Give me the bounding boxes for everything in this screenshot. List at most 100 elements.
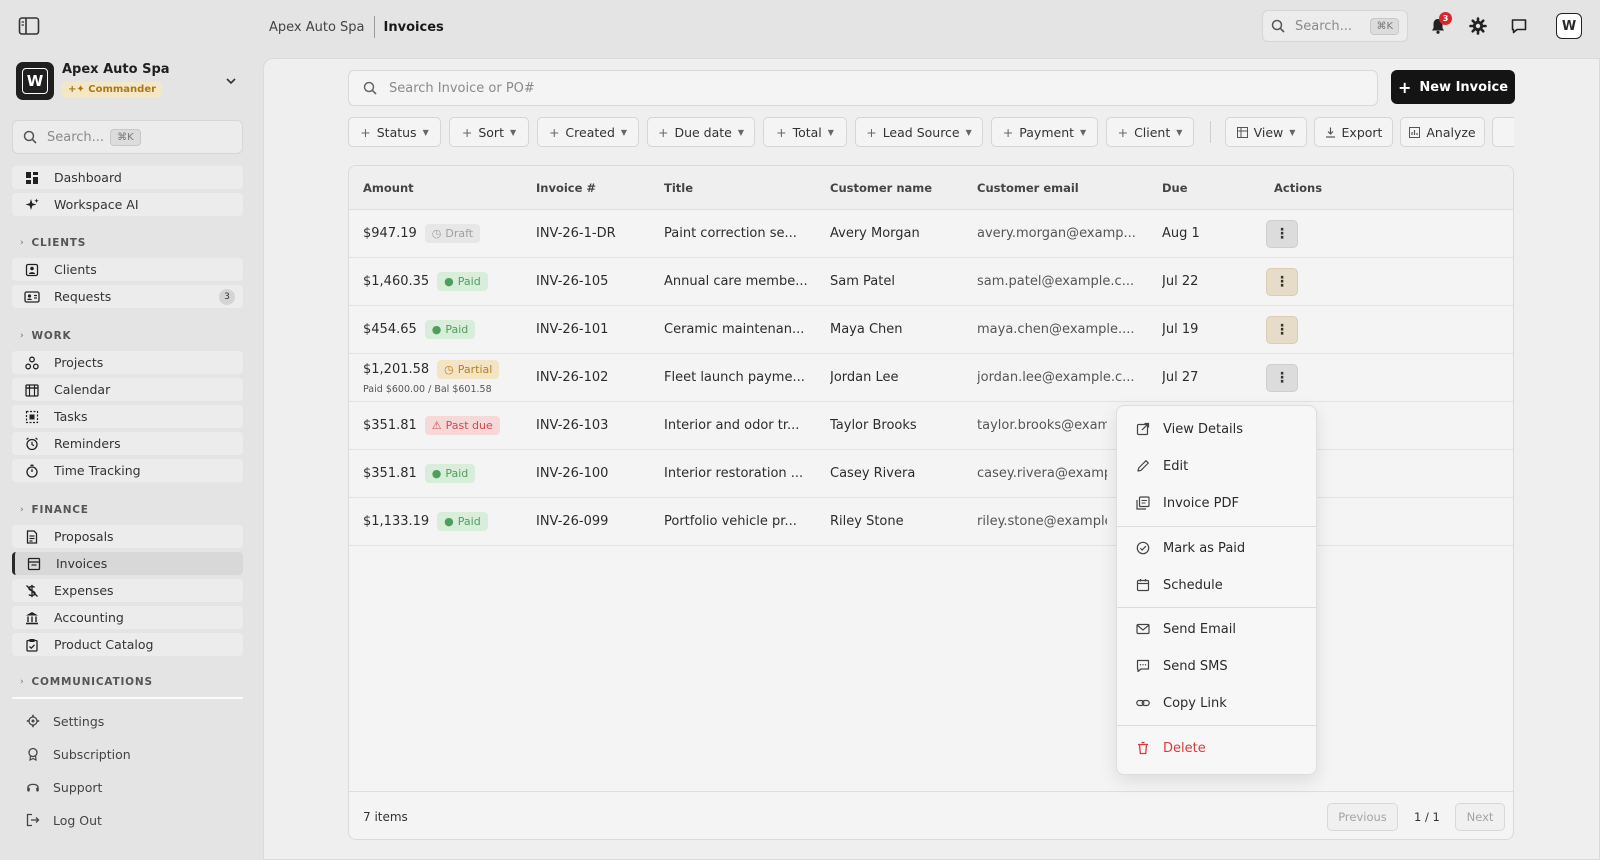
section-work[interactable]: › WORK <box>20 330 71 342</box>
filter-lead-source[interactable]: + Lead Source ▼ <box>855 117 983 147</box>
workspace-switcher[interactable]: W Apex Auto Spa +✦ Commander <box>16 62 244 106</box>
sidebar: W Apex Auto Spa +✦ Commander Search... ⌘… <box>0 52 262 860</box>
column-due[interactable]: Due <box>1162 181 1188 195</box>
chevron-down-icon: ▼ <box>965 127 972 137</box>
row-actions-button[interactable]: ⋮ <box>1266 268 1298 296</box>
breadcrumb-org[interactable]: Apex Auto Spa <box>269 20 365 35</box>
sparkle-icon: +✦ <box>68 84 89 95</box>
column-amount[interactable]: Amount <box>363 181 414 195</box>
sidebar-search-input[interactable]: Search... ⌘K <box>12 120 243 154</box>
status-badge-paid: ● Paid <box>424 320 476 339</box>
sidebar-item-time-tracking[interactable]: Time Tracking <box>12 459 243 482</box>
column-customer-email[interactable]: Customer email <box>977 181 1079 195</box>
title-cell: Interior and odor tr... <box>664 418 800 433</box>
kebab-icon: ⋮ <box>1275 322 1289 338</box>
sidebar-toggle-icon[interactable] <box>18 15 40 37</box>
sidebar-item-settings[interactable]: Settings <box>25 713 104 729</box>
menu-item-mark-as-paid[interactable]: Mark as Paid <box>1117 533 1316 563</box>
sidebar-item-projects[interactable]: Projects <box>12 351 243 374</box>
breadcrumb-divider <box>373 16 375 38</box>
invoice-number-cell: INV-26-1-DR <box>536 226 616 241</box>
previous-page-button[interactable]: Previous <box>1327 803 1398 831</box>
sidebar-item-tasks[interactable]: Tasks <box>12 405 243 428</box>
filter-status[interactable]: + Status ▼ <box>348 117 441 147</box>
row-actions-button[interactable]: ⋮ <box>1266 220 1298 248</box>
column-title[interactable]: Title <box>664 181 693 195</box>
breadcrumb-current: Invoices <box>383 19 444 35</box>
global-search-placeholder: Search... <box>1295 18 1353 34</box>
sidebar-item-accounting[interactable]: Accounting <box>12 606 243 629</box>
menu-item-send-email[interactable]: Send Email <box>1117 614 1316 644</box>
chevron-down-icon[interactable] <box>224 74 238 88</box>
workspace-name: Apex Auto Spa <box>62 62 170 77</box>
pdf-icon <box>1135 495 1151 511</box>
filter-due-date[interactable]: + Due date ▼ <box>647 117 755 147</box>
next-page-button[interactable]: Next <box>1455 803 1505 831</box>
filter-total[interactable]: + Total ▼ <box>763 117 847 147</box>
menu-item-view-details[interactable]: View Details <box>1117 414 1316 444</box>
sidebar-item-logout[interactable]: Log Out <box>25 812 102 828</box>
table-row[interactable]: $1,460.35 ● Paid INV-26-105 Annual care me… <box>349 258 1513 306</box>
view-button[interactable]: View ▼ <box>1225 117 1307 147</box>
row-actions-button[interactable]: ⋮ <box>1266 364 1298 392</box>
sidebar-item-workspace-ai[interactable]: Workspace AI <box>12 193 243 216</box>
search-icon <box>23 130 37 144</box>
chat-icon[interactable] <box>1507 14 1531 38</box>
row-actions-button[interactable]: ⋮ <box>1266 316 1298 344</box>
menu-item-send-sms[interactable]: Send SMS <box>1117 651 1316 681</box>
table-row[interactable]: $351.81 ⚠ Past due INV-26-103 Interior and… <box>349 402 1513 450</box>
workspace-logo: W <box>16 62 54 100</box>
sidebar-item-invoices[interactable]: Invoices <box>12 552 243 575</box>
menu-item-schedule[interactable]: Schedule <box>1117 570 1316 600</box>
table-row[interactable]: $351.81 ● Paid INV-26-100 Interior restora… <box>349 450 1513 498</box>
sidebar-item-proposals[interactable]: Proposals <box>12 525 243 548</box>
gear-icon[interactable] <box>1466 14 1490 38</box>
sidebar-item-reminders[interactable]: Reminders <box>12 432 243 455</box>
kebab-icon: ⋮ <box>1275 370 1289 386</box>
filter-client[interactable]: + Client ▼ <box>1106 117 1194 147</box>
sidebar-item-support[interactable]: Support <box>25 779 102 795</box>
new-invoice-button[interactable]: + New Invoice <box>1391 70 1515 104</box>
analyze-button[interactable]: Analyze <box>1400 117 1485 147</box>
title-cell: Interior restoration ... <box>664 466 804 481</box>
item-count: 7 items <box>363 810 408 824</box>
sidebar-item-product-catalog[interactable]: Product Catalog <box>12 633 243 656</box>
filter-payment[interactable]: + Payment ▼ <box>991 117 1098 147</box>
sidebar-item-expenses[interactable]: Expenses <box>12 579 243 602</box>
sidebar-item-requests[interactable]: Requests 3 <box>12 285 243 308</box>
status-badge-past-due: ⚠ Past due <box>424 416 500 435</box>
column-invoice-number[interactable]: Invoice # <box>536 181 596 195</box>
menu-divider <box>1117 725 1316 726</box>
menu-item-edit[interactable]: Edit <box>1117 451 1316 481</box>
filter-created[interactable]: + Created ▼ <box>537 117 639 147</box>
export-button[interactable]: Export <box>1314 117 1393 147</box>
stopwatch-icon <box>24 463 40 479</box>
invoice-search-input[interactable]: Search Invoice or PO# <box>348 70 1378 106</box>
menu-item-invoice-pdf[interactable]: Invoice PDF <box>1117 488 1316 518</box>
due-cell: Aug 1 <box>1162 226 1200 241</box>
check-circle-icon: ● <box>444 275 454 288</box>
column-customer-name[interactable]: Customer name <box>830 181 932 195</box>
menu-item-copy-link[interactable]: Copy Link <box>1117 688 1316 718</box>
sidebar-item-clients[interactable]: Clients <box>12 258 243 281</box>
menu-item-delete[interactable]: Delete <box>1117 733 1316 763</box>
section-finance[interactable]: › FINANCE <box>20 504 89 516</box>
sidebar-item-calendar[interactable]: Calendar <box>12 378 243 401</box>
table-row[interactable]: $1,133.19 ● Paid INV-26-099 Portfolio vehi… <box>349 498 1513 546</box>
section-communications[interactable]: › COMMUNICATIONS <box>20 676 153 688</box>
more-toolbar-button[interactable] <box>1492 117 1514 147</box>
check-circle-icon: ● <box>431 323 442 336</box>
main-panel: Search Invoice or PO# + New Invoice + Sta… <box>263 58 1600 860</box>
table-row[interactable]: $1,201.58 ◷ Partial Paid $600.00 / Bal $60… <box>349 354 1513 402</box>
table-row[interactable]: $947.19 ◷ Draft INV-26-1-DR Paint correcti… <box>349 210 1513 258</box>
table-row[interactable]: $454.65 ● Paid INV-26-101 Ceramic maintena… <box>349 306 1513 354</box>
sidebar-item-dashboard[interactable]: Dashboard <box>12 166 243 189</box>
section-clients[interactable]: › CLIENTS <box>20 237 86 249</box>
filter-sort[interactable]: + Sort ▼ <box>449 117 529 147</box>
avatar[interactable]: W <box>1556 13 1582 39</box>
external-link-icon <box>1135 421 1151 437</box>
chevron-right-icon: › <box>20 677 25 687</box>
requests-count-badge: 3 <box>219 288 235 305</box>
global-search-input[interactable]: Search... ⌘K <box>1262 10 1408 42</box>
sidebar-item-subscription[interactable]: Subscription <box>25 746 131 762</box>
